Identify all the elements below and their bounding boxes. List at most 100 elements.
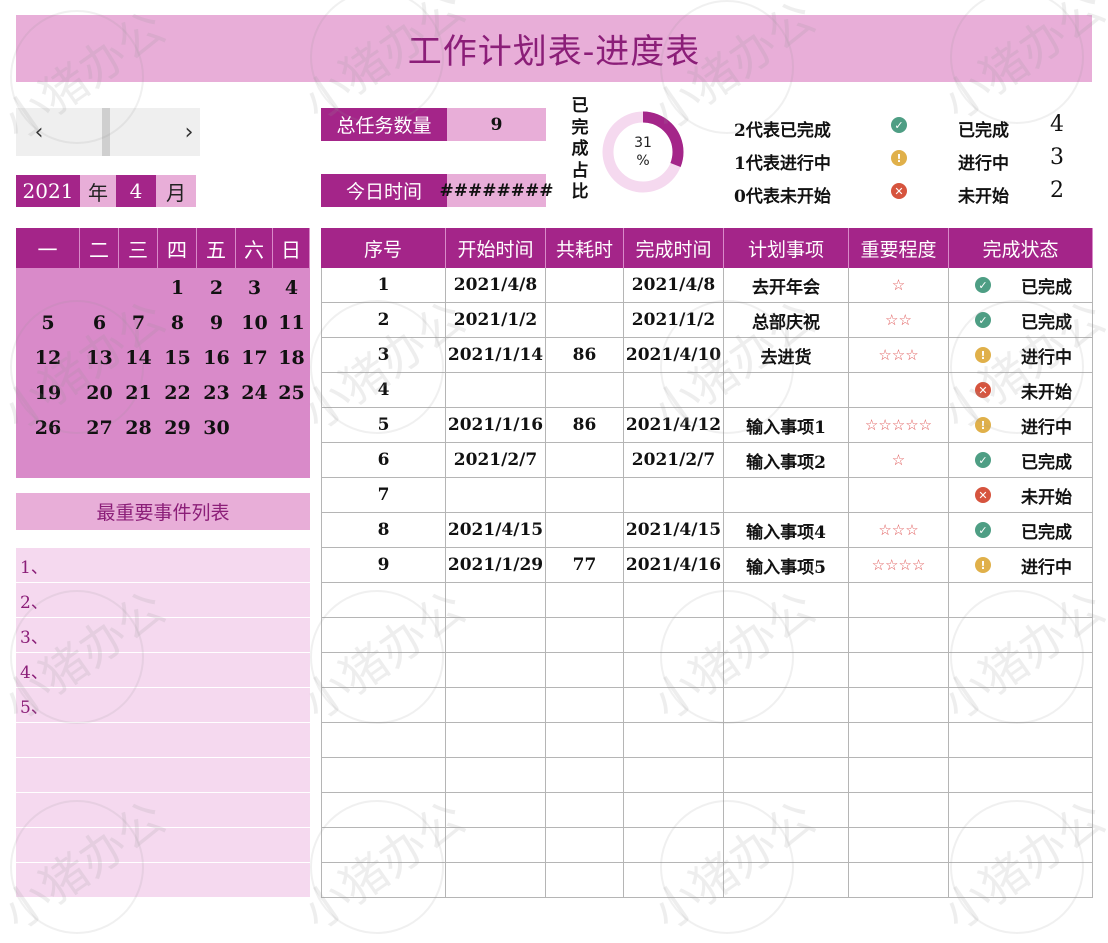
duration[interactable]: 86 (546, 408, 624, 443)
start-date[interactable] (446, 373, 546, 408)
calendar-day[interactable]: 3 (236, 270, 273, 305)
duration[interactable]: 86 (546, 338, 624, 373)
event-item[interactable] (16, 793, 310, 828)
table-cell[interactable] (949, 688, 1093, 723)
calendar-day[interactable]: 9 (197, 305, 236, 340)
end-date[interactable]: 2021/1/2 (624, 303, 724, 338)
calendar-day[interactable]: 6 (80, 305, 119, 340)
table-row-empty[interactable] (321, 793, 1093, 828)
event-item[interactable]: 5、 (16, 688, 310, 723)
table-cell[interactable] (546, 793, 624, 828)
plan-item[interactable]: 去进货 (724, 338, 849, 373)
event-item[interactable]: 1、 (16, 548, 310, 583)
table-cell[interactable] (446, 758, 546, 793)
table-cell[interactable] (321, 793, 446, 828)
calendar-day[interactable]: 18 (273, 340, 310, 375)
end-date[interactable]: 2021/4/8 (624, 268, 724, 303)
plan-item[interactable]: 输入事项4 (724, 513, 849, 548)
table-cell[interactable] (949, 653, 1093, 688)
table-cell[interactable] (849, 863, 949, 898)
table-cell[interactable] (724, 653, 849, 688)
table-row[interactable]: 9 2021/1/29 77 2021/4/16 输入事项5 ☆☆☆☆! 进行中 (321, 548, 1093, 583)
table-row-empty[interactable] (321, 828, 1093, 863)
calendar-day[interactable]: 30 (197, 410, 236, 445)
table-cell[interactable] (624, 618, 724, 653)
table-row-empty[interactable] (321, 688, 1093, 723)
table-row[interactable]: 2 2021/1/2 2021/1/2 总部庆祝 ☆☆ ✓ 已完成 (321, 303, 1093, 338)
calendar-day[interactable]: 2 (197, 270, 236, 305)
table-cell[interactable] (624, 828, 724, 863)
end-date[interactable] (624, 478, 724, 513)
table-cell[interactable] (446, 863, 546, 898)
table-cell[interactable] (724, 828, 849, 863)
table-cell[interactable] (724, 758, 849, 793)
table-cell[interactable] (849, 828, 949, 863)
calendar-day[interactable]: 25 (273, 375, 310, 410)
table-cell[interactable] (949, 618, 1093, 653)
calendar-day[interactable]: 22 (158, 375, 197, 410)
calendar-day[interactable]: 26 (16, 410, 80, 445)
table-cell[interactable] (624, 688, 724, 723)
end-date[interactable] (624, 373, 724, 408)
table-cell[interactable] (849, 723, 949, 758)
table-row[interactable]: 3 2021/1/14 86 2021/4/10 去进货 ☆☆☆! 进行中 (321, 338, 1093, 373)
table-cell[interactable] (724, 723, 849, 758)
table-cell[interactable] (321, 688, 446, 723)
calendar-day[interactable]: 28 (119, 410, 158, 445)
calendar-day[interactable]: 4 (273, 270, 310, 305)
calendar-day[interactable]: 10 (236, 305, 273, 340)
table-cell[interactable] (849, 688, 949, 723)
calendar-day[interactable]: 1 (158, 270, 197, 305)
calendar-day[interactable]: 16 (197, 340, 236, 375)
table-cell[interactable] (446, 653, 546, 688)
start-date[interactable]: 2021/4/8 (446, 268, 546, 303)
table-cell[interactable] (321, 723, 446, 758)
table-cell[interactable] (321, 863, 446, 898)
table-row-empty[interactable] (321, 618, 1093, 653)
end-date[interactable]: 2021/4/15 (624, 513, 724, 548)
duration[interactable] (546, 268, 624, 303)
calendar-day[interactable]: 8 (158, 305, 197, 340)
table-cell[interactable] (321, 618, 446, 653)
calendar-day[interactable]: 21 (119, 375, 158, 410)
table-cell[interactable] (849, 758, 949, 793)
duration[interactable] (546, 443, 624, 478)
plan-item[interactable]: 去开年会 (724, 268, 849, 303)
table-cell[interactable] (446, 618, 546, 653)
start-date[interactable]: 2021/2/7 (446, 443, 546, 478)
calendar-day[interactable]: 23 (197, 375, 236, 410)
calendar-day[interactable]: 5 (16, 305, 80, 340)
table-cell[interactable] (321, 758, 446, 793)
event-item[interactable] (16, 863, 310, 898)
table-cell[interactable] (849, 793, 949, 828)
chevron-right-icon[interactable]: › (166, 108, 212, 156)
table-cell[interactable] (446, 583, 546, 618)
calendar-day[interactable]: 11 (273, 305, 310, 340)
table-cell[interactable] (546, 653, 624, 688)
table-row-empty[interactable] (321, 583, 1093, 618)
duration[interactable]: 77 (546, 548, 624, 583)
table-cell[interactable] (321, 653, 446, 688)
scrollbar-thumb[interactable] (102, 108, 110, 156)
table-cell[interactable] (546, 583, 624, 618)
end-date[interactable]: 2021/2/7 (624, 443, 724, 478)
calendar-day[interactable]: 17 (236, 340, 273, 375)
table-cell[interactable] (446, 723, 546, 758)
table-cell[interactable] (546, 618, 624, 653)
event-item[interactable]: 3、 (16, 618, 310, 653)
table-row[interactable]: 8 2021/4/15 2021/4/15 输入事项4 ☆☆☆ ✓ 已完成 (321, 513, 1093, 548)
table-row-empty[interactable] (321, 723, 1093, 758)
duration[interactable] (546, 478, 624, 513)
table-cell[interactable] (849, 653, 949, 688)
table-row[interactable]: 7 ✕ 未开始 (321, 478, 1093, 513)
end-date[interactable]: 2021/4/16 (624, 548, 724, 583)
table-cell[interactable] (446, 828, 546, 863)
table-cell[interactable] (446, 688, 546, 723)
duration[interactable] (546, 303, 624, 338)
year-value[interactable]: 2021 (16, 175, 80, 207)
event-item[interactable]: 4、 (16, 653, 310, 688)
table-cell[interactable] (849, 583, 949, 618)
table-row[interactable]: 5 2021/1/16 86 2021/4/12 输入事项1 ☆☆☆☆☆! 进行中 (321, 408, 1093, 443)
calendar-day[interactable]: 14 (119, 340, 158, 375)
table-cell[interactable] (321, 828, 446, 863)
